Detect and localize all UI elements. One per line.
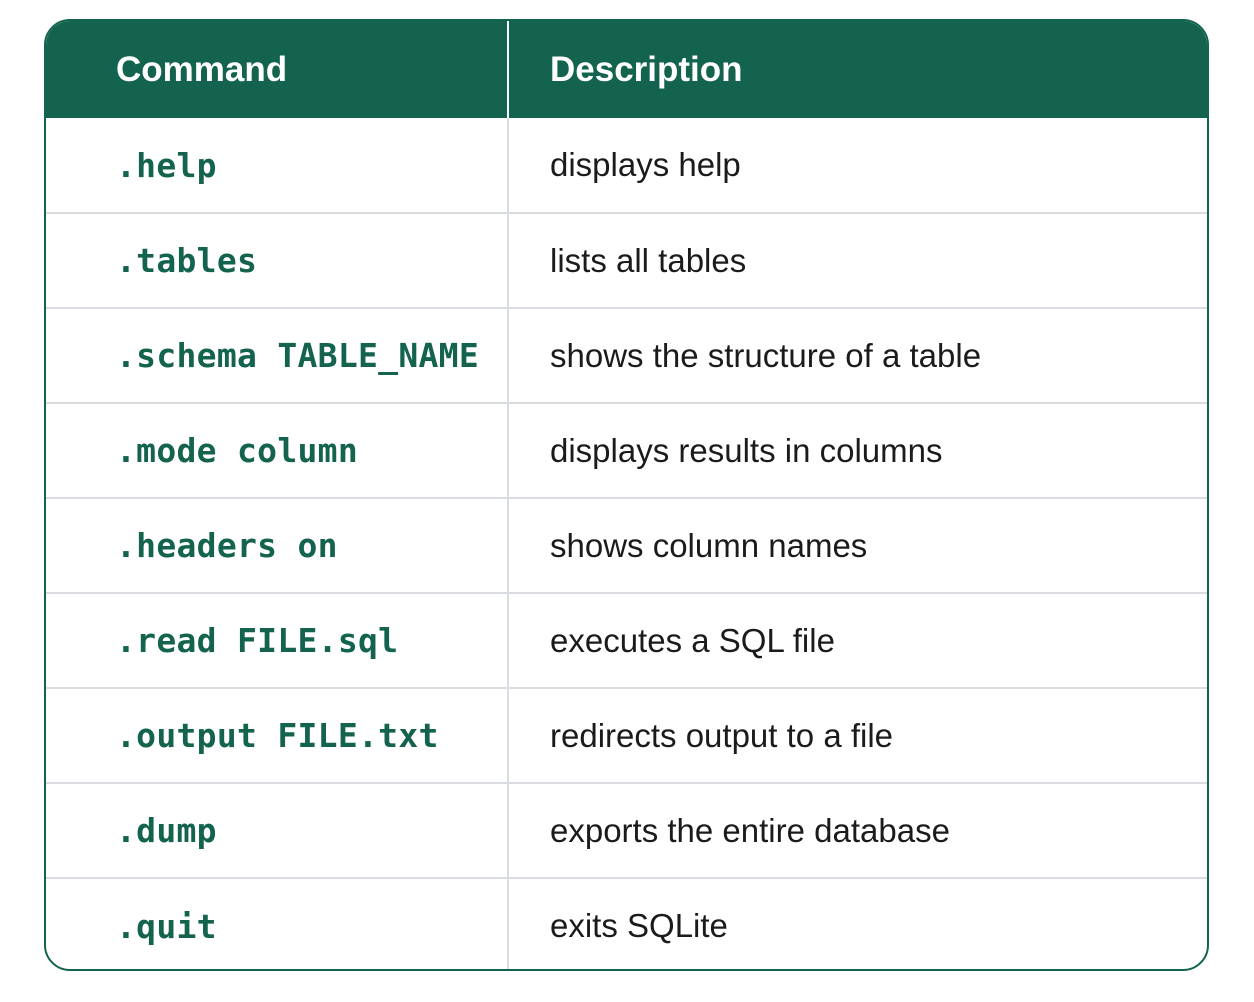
table-row: .mode column displays results in columns	[46, 402, 1207, 498]
column-header-description: Description	[507, 21, 1207, 118]
command-cell: .dump	[46, 782, 508, 878]
command-cell: .help	[116, 145, 217, 185]
description-cell: exports the entire database	[507, 782, 1207, 878]
table-header-row: Command Description	[46, 21, 1207, 118]
description-cell: exits SQLite	[507, 877, 1207, 969]
description-cell: displays results in columns	[507, 402, 1207, 498]
table-row: .dump exports the entire database	[46, 782, 1207, 878]
commands-table: Command Description .help displays help …	[44, 19, 1209, 971]
table-row: .headers on shows column names	[46, 497, 1207, 593]
command-cell: .output FILE.txt	[46, 687, 508, 783]
column-header-command: Command	[116, 49, 288, 89]
description-cell: displays help	[507, 118, 1207, 213]
command-cell: .schema TABLE_NAME	[46, 307, 508, 403]
commands-table-grid: Command Description .help displays help …	[46, 21, 1207, 969]
command-cell: .headers on	[46, 497, 508, 593]
command-cell: .quit	[46, 877, 508, 969]
description-cell: shows the structure of a table	[507, 307, 1207, 403]
description-cell: shows column names	[507, 497, 1207, 593]
table-row: .schema TABLE_NAME shows the structure o…	[46, 307, 1207, 403]
description-cell: redirects output to a file	[507, 687, 1207, 783]
table-row: .help displays help	[46, 118, 1207, 213]
command-cell: .tables	[46, 212, 508, 308]
table-row: .read FILE.sql executes a SQL file	[46, 592, 1207, 688]
table-row: .tables lists all tables	[46, 212, 1207, 308]
description-cell: lists all tables	[507, 212, 1207, 308]
command-cell: .read FILE.sql	[46, 592, 508, 688]
table-row: .quit exits SQLite	[46, 877, 1207, 969]
description-cell: executes a SQL file	[507, 592, 1207, 688]
table-row: .output FILE.txt redirects output to a f…	[46, 687, 1207, 783]
command-cell: .mode column	[46, 402, 508, 498]
